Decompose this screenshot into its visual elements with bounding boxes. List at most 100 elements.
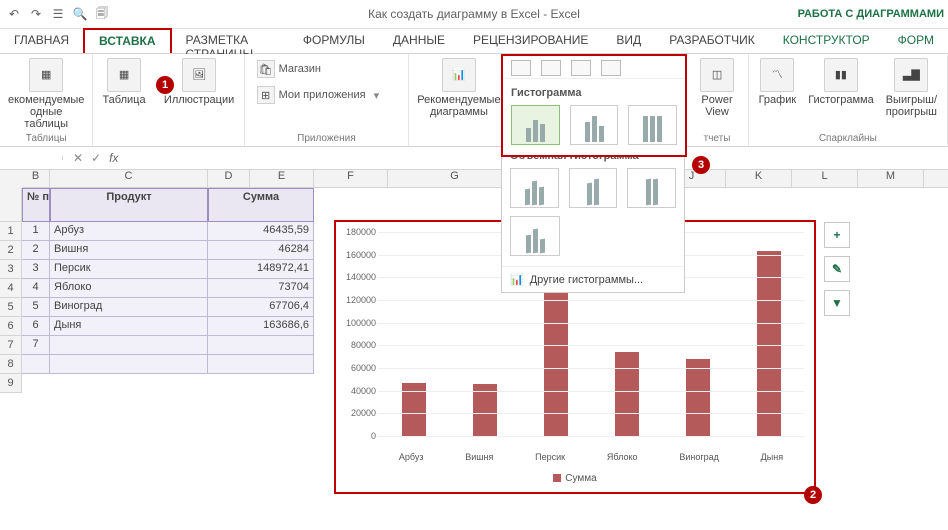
sparkline-winloss-button[interactable]: ▃▇Выигрыш/ проигрыш bbox=[886, 58, 937, 118]
col-header-K[interactable]: K bbox=[726, 170, 792, 188]
3d-column-thumb[interactable] bbox=[510, 216, 560, 256]
table-button[interactable]: ▦ Таблица bbox=[102, 58, 145, 106]
cell-sum-2[interactable]: 148972,41 bbox=[208, 260, 314, 279]
my-apps-button[interactable]: ⊞Мои приложения▾ bbox=[253, 84, 384, 106]
cell-sum-0[interactable]: 46435,59 bbox=[208, 222, 314, 241]
cell-n-2[interactable]: 3 bbox=[22, 260, 50, 279]
store-button[interactable]: 🛍Магазин bbox=[253, 58, 325, 80]
tab-вид[interactable]: ВИД bbox=[602, 29, 655, 53]
tab-форм[interactable]: ФОРМ bbox=[884, 29, 948, 53]
enter-icon[interactable]: ✓ bbox=[91, 151, 101, 165]
fx-icon[interactable]: fx bbox=[109, 151, 118, 165]
sparkline-hist-button[interactable]: ▮▮Гистограмма bbox=[808, 58, 874, 118]
col-header-E[interactable]: E bbox=[250, 170, 314, 188]
col-header-C[interactable]: C bbox=[50, 170, 208, 188]
print-icon[interactable]: 🗐 bbox=[94, 6, 110, 22]
cell-sum-7[interactable] bbox=[208, 336, 314, 355]
select-all-corner[interactable] bbox=[0, 170, 23, 189]
context-tab-title: РАБОТА С ДИАГРАММАМИ bbox=[798, 8, 944, 20]
row-header-8[interactable]: 8 bbox=[0, 355, 22, 374]
tab-формулы[interactable]: ФОРМУЛЫ bbox=[289, 29, 379, 53]
col-header-B[interactable]: B bbox=[22, 170, 50, 188]
cell-n-3[interactable]: 4 bbox=[22, 279, 50, 298]
worksheet[interactable]: BCDEFGHIJKLMN 123456789 № п/пПродуктСумм… bbox=[0, 170, 948, 530]
cancel-icon[interactable]: ✕ bbox=[73, 151, 83, 165]
chart-styles-button[interactable]: ✎ bbox=[824, 256, 850, 282]
cell-prod-5[interactable]: Дыня bbox=[50, 317, 208, 336]
col-header-L[interactable]: L bbox=[792, 170, 858, 188]
col-header-N[interactable]: N bbox=[924, 170, 948, 188]
cell-prod-3[interactable]: Яблоко bbox=[50, 279, 208, 298]
percent-stacked-column-thumb[interactable] bbox=[628, 105, 677, 145]
redo-icon[interactable]: ↷ bbox=[28, 6, 44, 22]
cell-head-sum[interactable]: Сумма bbox=[208, 188, 314, 222]
sparkline-line-button[interactable]: 〽График bbox=[759, 58, 797, 118]
row-header-5[interactable]: 5 bbox=[0, 298, 22, 317]
col-header-F[interactable]: F bbox=[314, 170, 388, 188]
illustrations-button[interactable]: 🖼 Иллюстрации bbox=[164, 58, 234, 106]
chart-add-element-button[interactable]: + bbox=[824, 222, 850, 248]
cell-prod-1[interactable]: Вишня bbox=[50, 241, 208, 260]
group-reports: ◫ Power View тчеты bbox=[686, 54, 748, 146]
powerview-button[interactable]: ◫ Power View bbox=[700, 58, 734, 118]
chart-filter-button[interactable]: ▼ bbox=[824, 290, 850, 316]
row-header-4[interactable]: 4 bbox=[0, 279, 22, 298]
row-header-9[interactable]: 9 bbox=[0, 374, 22, 393]
row-header-7[interactable]: 7 bbox=[0, 336, 22, 355]
3d-stacked-thumb[interactable] bbox=[569, 168, 618, 208]
cell-n-5[interactable]: 6 bbox=[22, 317, 50, 336]
ribbon-tabs: ГЛАВНАЯВСТАВКАРАЗМЕТКА СТРАНИЦЫФОРМУЛЫДА… bbox=[0, 29, 948, 54]
cell-sum-4[interactable]: 67706,4 bbox=[208, 298, 314, 317]
tab-разработчик[interactable]: РАЗРАБОТЧИК bbox=[655, 29, 769, 53]
cell-n-4[interactable]: 5 bbox=[22, 298, 50, 317]
col-header-M[interactable]: M bbox=[858, 170, 924, 188]
3d-percent-thumb[interactable] bbox=[627, 168, 676, 208]
cell-sum-5[interactable]: 163686,6 bbox=[208, 317, 314, 336]
cell-sum-3[interactable]: 73704 bbox=[208, 279, 314, 298]
cell-n-1[interactable]: 2 bbox=[22, 241, 50, 260]
cell-sum-8[interactable] bbox=[208, 355, 314, 374]
cell-prod-8[interactable] bbox=[50, 355, 208, 374]
bar-Яблоко[interactable] bbox=[615, 352, 639, 436]
cell-n-8[interactable] bbox=[22, 355, 50, 374]
group-sparklines: 〽График ▮▮Гистограмма ▃▇Выигрыш/ проигры… bbox=[749, 54, 948, 146]
cell-sum-1[interactable]: 46284 bbox=[208, 241, 314, 260]
rec-charts-button[interactable]: 📊 Рекомендуемые диаграммы bbox=[417, 58, 500, 118]
undo-icon[interactable]: ↶ bbox=[6, 6, 22, 22]
row-header-2[interactable]: 2 bbox=[0, 241, 22, 260]
tab-главная[interactable]: ГЛАВНАЯ bbox=[0, 29, 83, 53]
ytick-180000: 180000 bbox=[346, 227, 376, 237]
cell-head-no[interactable]: № п/п bbox=[22, 188, 50, 222]
preview-icon[interactable]: 🔍 bbox=[72, 6, 88, 22]
row-header-3[interactable]: 3 bbox=[0, 260, 22, 279]
row-header-6[interactable]: 6 bbox=[0, 317, 22, 336]
mini-chart-3[interactable] bbox=[571, 60, 591, 76]
row-header-1[interactable]: 1 bbox=[0, 222, 22, 241]
name-box[interactable] bbox=[0, 156, 63, 160]
more-histograms-button[interactable]: 📊 Другие гистограммы... bbox=[502, 266, 684, 292]
cell-n-0[interactable]: 1 bbox=[22, 222, 50, 241]
tab-вставка[interactable]: ВСТАВКА bbox=[83, 28, 171, 53]
cell-head-prod[interactable]: Продукт bbox=[50, 188, 208, 222]
tab-рецензирование[interactable]: РЕЦЕНЗИРОВАНИЕ bbox=[459, 29, 602, 53]
cell-n-7[interactable]: 7 bbox=[22, 336, 50, 355]
tab-конструктор[interactable]: КОНСТРУКТОР bbox=[769, 29, 884, 53]
bar-Виноград[interactable] bbox=[686, 359, 710, 436]
col-header-D[interactable]: D bbox=[208, 170, 250, 188]
mini-chart-4[interactable] bbox=[601, 60, 621, 76]
xlabel-Арбуз: Арбуз bbox=[399, 452, 424, 462]
mini-chart-2[interactable] bbox=[541, 60, 561, 76]
tab-данные[interactable]: ДАННЫЕ bbox=[379, 29, 459, 53]
cell-prod-7[interactable] bbox=[50, 336, 208, 355]
cell-prod-2[interactable]: Персик bbox=[50, 260, 208, 279]
mini-chart-1[interactable] bbox=[511, 60, 531, 76]
3d-clustered-thumb[interactable] bbox=[510, 168, 559, 208]
tab-разметка страницы[interactable]: РАЗМЕТКА СТРАНИЦЫ bbox=[172, 29, 289, 53]
row-header-0[interactable] bbox=[0, 188, 22, 222]
pivot-button[interactable]: ▦ екомендуемые одные таблицы bbox=[8, 58, 84, 130]
cell-prod-0[interactable]: Арбуз bbox=[50, 222, 208, 241]
stacked-column-thumb[interactable] bbox=[570, 105, 619, 145]
touch-icon[interactable]: ☰ bbox=[50, 6, 66, 22]
cell-prod-4[interactable]: Виноград bbox=[50, 298, 208, 317]
clustered-column-thumb[interactable] bbox=[511, 105, 560, 145]
